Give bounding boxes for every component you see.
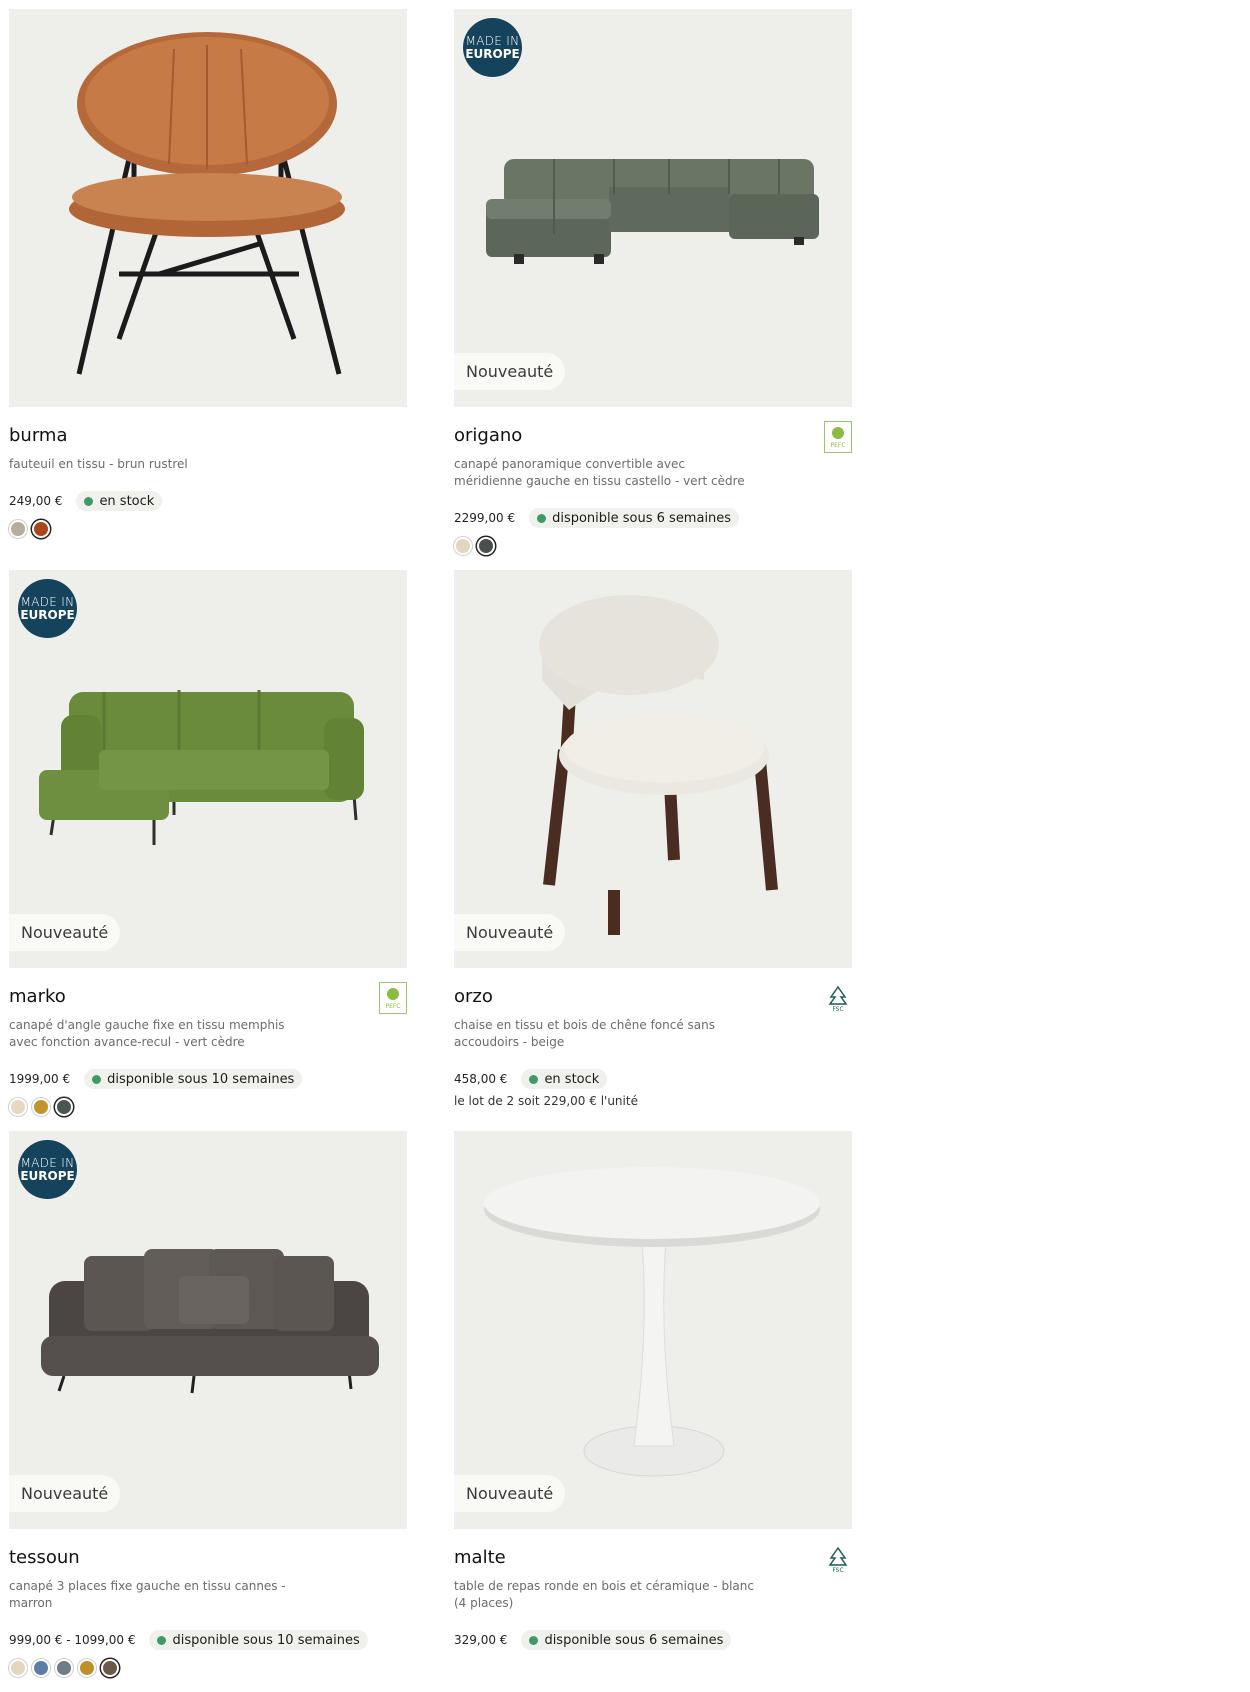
color-swatches [9, 520, 407, 538]
product-card[interactable]: MADE IN EUROPE Nouveauté marko PEFC cana… [9, 570, 407, 1131]
product-card[interactable]: Nouveauté orzo FSC chaise en tissu et bo… [454, 570, 852, 1131]
availability-badge: disponible sous 6 semaines [521, 1630, 732, 1650]
product-price: 2299,00 € [454, 511, 516, 525]
badge-line-1: MADE IN [20, 595, 75, 609]
availability-dot-icon [537, 513, 547, 523]
panoramic-sofa-image [486, 159, 819, 264]
lot-price-note: le lot de 2 soit 229,00 € l'unité [454, 1094, 638, 1108]
product-description: canapé d'angle gauche fixe en tissu memp… [9, 1018, 285, 1049]
availability-text: disponible sous 10 semaines [107, 1071, 295, 1087]
product-price: 458,00 € [454, 1072, 508, 1086]
color-swatch-selected[interactable] [101, 1659, 119, 1677]
availability-badge: en stock [521, 1069, 608, 1089]
product-price: 329,00 € [454, 1633, 508, 1647]
color-swatch[interactable] [9, 1659, 27, 1677]
product-image[interactable]: MADE IN EUROPE Nouveauté [454, 9, 852, 407]
badge-line-2: EUROPE [465, 47, 520, 61]
product-name[interactable]: origano [454, 425, 852, 447]
availability-dot-icon [529, 1074, 539, 1084]
made-in-europe-badge: MADE IN EUROPE [463, 18, 522, 77]
badge-line-1: MADE IN [20, 1156, 75, 1170]
product-image[interactable]: Nouveauté [454, 570, 852, 968]
availability-dot-icon [529, 1635, 539, 1645]
new-tag: Nouveauté [9, 1475, 121, 1512]
svg-text:FSC: FSC [832, 1006, 843, 1012]
color-swatch-selected[interactable] [32, 520, 50, 538]
product-grid: burma fauteuil en tissu - brun rustrel 2… [9, 9, 852, 1692]
color-swatch-selected[interactable] [55, 1098, 73, 1116]
availability-badge: disponible sous 6 semaines [529, 508, 740, 528]
color-swatch[interactable] [55, 1659, 73, 1677]
availability-text: disponible sous 6 semaines [544, 1632, 724, 1648]
product-name[interactable]: malte [454, 1547, 852, 1569]
new-tag: Nouveauté [454, 1475, 566, 1512]
svg-text:FSC: FSC [832, 1567, 843, 1573]
product-description: canapé panoramique convertible avec méri… [454, 457, 745, 488]
product-name[interactable]: orzo [454, 986, 852, 1008]
made-in-europe-badge: MADE IN EUROPE [18, 579, 77, 638]
color-swatches [454, 537, 852, 555]
availability-badge: en stock [76, 491, 163, 511]
product-description: chaise en tissu et bois de chêne foncé s… [454, 1018, 715, 1049]
color-swatch[interactable] [32, 1098, 50, 1116]
product-name[interactable]: tessoun [9, 1547, 407, 1569]
product-image[interactable]: MADE IN EUROPE Nouveauté [9, 1131, 407, 1529]
round-table-image [484, 1167, 820, 1477]
badge-line-2: EUROPE [20, 1169, 75, 1183]
product-price: 999,00 € - 1099,00 € [9, 1633, 136, 1647]
product-description: table de repas ronde en bois et céramiqu… [454, 1579, 754, 1610]
product-card[interactable]: burma fauteuil en tissu - brun rustrel 2… [9, 9, 407, 570]
availability-dot-icon [92, 1074, 102, 1084]
product-image[interactable]: MADE IN EUROPE Nouveauté [9, 570, 407, 968]
product-name[interactable]: marko [9, 986, 407, 1008]
color-swatches [9, 1659, 407, 1677]
color-swatch[interactable] [9, 1098, 27, 1116]
color-swatch[interactable] [32, 1659, 50, 1677]
pefc-icon: PEFC [824, 421, 852, 453]
color-swatch[interactable] [454, 537, 472, 555]
new-tag: Nouveauté [454, 914, 566, 951]
corner-sofa-image [39, 690, 364, 845]
new-tag: Nouveauté [9, 914, 121, 951]
product-card[interactable]: MADE IN EUROPE Nouveauté origano PEFC ca… [454, 9, 852, 570]
availability-text: en stock [544, 1071, 600, 1087]
color-swatch[interactable] [78, 1659, 96, 1677]
svg-text:PEFC: PEFC [385, 1003, 400, 1010]
product-price: 249,00 € [9, 494, 63, 508]
availability-badge: disponible sous 10 semaines [84, 1069, 303, 1089]
availability-text: disponible sous 6 semaines [552, 510, 732, 526]
armchair-image [69, 32, 345, 375]
color-swatch-selected[interactable] [477, 537, 495, 555]
availability-text: disponible sous 10 semaines [172, 1632, 360, 1648]
new-tag: Nouveauté [454, 353, 566, 390]
availability-dot-icon [84, 496, 94, 506]
color-swatches [9, 1098, 407, 1116]
availability-badge: disponible sous 10 semaines [149, 1630, 368, 1650]
product-description: fauteuil en tissu - brun rustrel [9, 457, 188, 471]
product-price: 1999,00 € [9, 1072, 71, 1086]
product-card[interactable]: Nouveauté malte FSC table de repas ronde… [454, 1131, 852, 1692]
availability-text: en stock [99, 493, 155, 509]
made-in-europe-badge: MADE IN EUROPE [18, 1140, 77, 1199]
pefc-icon: PEFC [379, 982, 407, 1014]
badge-line-2: EUROPE [20, 608, 75, 622]
svg-text:PEFC: PEFC [830, 442, 845, 449]
dining-chair-image [539, 595, 778, 935]
badge-line-1: MADE IN [465, 34, 520, 48]
fsc-icon: FSC [824, 982, 852, 1014]
availability-dot-icon [157, 1635, 167, 1645]
product-image[interactable]: Nouveauté [454, 1131, 852, 1529]
color-swatch[interactable] [9, 520, 27, 538]
product-image[interactable] [9, 9, 407, 407]
product-description: canapé 3 places fixe gauche en tissu can… [9, 1579, 286, 1610]
product-name[interactable]: burma [9, 425, 407, 447]
product-card[interactable]: MADE IN EUROPE Nouveauté tessoun canapé … [9, 1131, 407, 1692]
fsc-icon: FSC [824, 1543, 852, 1575]
three-seat-sofa-image [41, 1249, 379, 1394]
